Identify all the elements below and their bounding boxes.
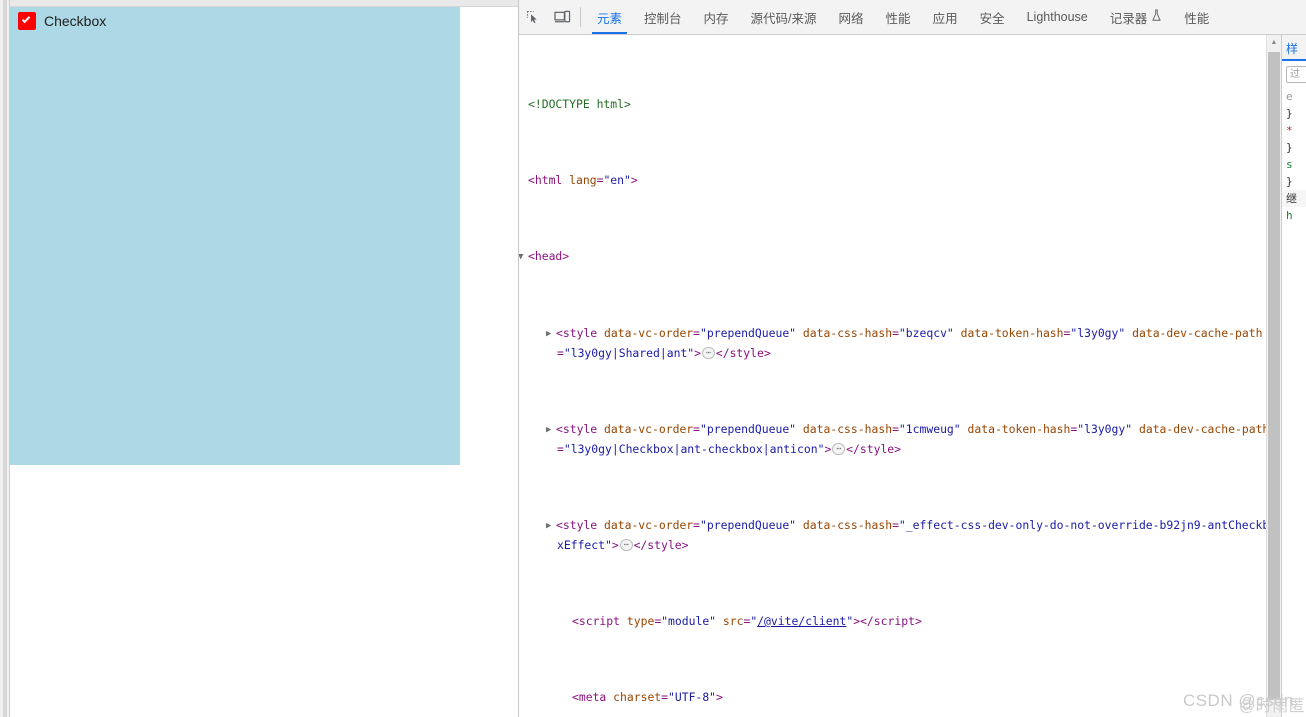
tab-sources[interactable]: 源代码/来源: [740, 0, 828, 34]
browser-page-viewport: Checkbox: [0, 0, 519, 717]
vite-client-link[interactable]: /@vite/client: [757, 614, 846, 628]
tab-recorder[interactable]: 记录器: [1099, 0, 1174, 34]
dom-tree-pane[interactable]: <!DOCTYPE html> <html lang="en"> <head> …: [519, 35, 1281, 717]
tab-network[interactable]: 网络: [828, 0, 875, 34]
chevron-right-icon: [546, 421, 556, 440]
styles-line-6: 继: [1282, 190, 1306, 207]
screenshot-root: Checkbox 元素 控制台 内存 源代码/来源 网络 性能 应用 安全 Li…: [0, 0, 1306, 717]
styles-tab-label[interactable]: 样: [1282, 35, 1306, 61]
devtools-toolbar: 元素 控制台 内存 源代码/来源 网络 性能 应用 安全 Lighthouse …: [519, 0, 1306, 35]
dom-node-meta-charset[interactable]: <meta charset="UTF-8">: [519, 688, 1281, 707]
tab-elements[interactable]: 元素: [586, 0, 633, 34]
tab-lighthouse[interactable]: Lighthouse: [1016, 0, 1099, 34]
styles-line-3: }: [1286, 141, 1293, 154]
devtools-panel: 元素 控制台 内存 源代码/来源 网络 性能 应用 安全 Lighthouse …: [519, 0, 1306, 717]
styles-panel: 样 过 e } * } s } 继 h: [1281, 35, 1306, 717]
check-icon[interactable]: [18, 12, 36, 30]
tab-security[interactable]: 安全: [969, 0, 1016, 34]
dom-node-style-effect[interactable]: <style data-vc-order="prependQueue" data…: [519, 516, 1281, 555]
tab-console[interactable]: 控制台: [633, 0, 693, 34]
styles-line-5: }: [1286, 175, 1293, 188]
dom-tree-scrollbar-thumb[interactable]: [1268, 52, 1280, 700]
tab-application[interactable]: 应用: [922, 0, 969, 34]
styles-line-2: *: [1286, 124, 1293, 137]
dom-tree-scrollbar[interactable]: ▲: [1266, 35, 1281, 717]
tab-memory[interactable]: 内存: [693, 0, 740, 34]
styles-line-0: e: [1286, 90, 1293, 103]
dom-node-style-checkbox[interactable]: <style data-vc-order="prependQueue" data…: [519, 420, 1281, 459]
expand-ellipsis-icon[interactable]: ⋯: [832, 443, 846, 455]
dom-node-style-shared-ant[interactable]: <style data-vc-order="prependQueue" data…: [519, 324, 1281, 363]
page-top-edge: [0, 0, 519, 7]
tab-performance[interactable]: 性能: [875, 0, 922, 34]
inspect-element-icon[interactable]: [519, 0, 548, 34]
expand-ellipsis-icon[interactable]: ⋯: [702, 347, 715, 359]
dom-node-html[interactable]: <html lang="en">: [519, 171, 1281, 190]
device-toolbar-icon[interactable]: [548, 0, 577, 34]
chevron-right-icon: [546, 325, 556, 344]
chevron-down-icon: [519, 248, 528, 267]
styles-filter-input[interactable]: 过: [1286, 66, 1306, 83]
expand-ellipsis-icon[interactable]: ⋯: [619, 539, 633, 551]
flask-icon: [1151, 9, 1162, 25]
devtools-body: <!DOCTYPE html> <html lang="en"> <head> …: [519, 35, 1306, 717]
styles-line-1: }: [1286, 107, 1293, 120]
page-left-scrollbar-thumb[interactable]: [3, 0, 7, 717]
dom-node-head[interactable]: <head>: [519, 247, 1281, 267]
dom-tree: <!DOCTYPE html> <html lang="en"> <head> …: [519, 35, 1281, 717]
scroll-up-icon[interactable]: ▲: [1267, 35, 1281, 50]
devtools-tab-list: 元素 控制台 内存 源代码/来源 网络 性能 应用 安全 Lighthouse …: [586, 0, 1306, 34]
styles-line-4: s: [1286, 158, 1293, 171]
checkbox-label: Checkbox: [44, 13, 107, 29]
dom-node-doctype[interactable]: <!DOCTYPE html>: [519, 95, 1281, 114]
tab-performance-insights[interactable]: 性能: [1173, 0, 1220, 34]
checkbox-control[interactable]: Checkbox: [18, 10, 106, 32]
styles-line-7: h: [1286, 209, 1293, 222]
page-left-scrollbar[interactable]: [0, 0, 10, 717]
toolbar-separator: [580, 7, 581, 27]
chevron-right-icon: [546, 517, 556, 536]
dom-node-script-vite-client[interactable]: <script type="module" src="/@vite/client…: [519, 612, 1281, 631]
lightblue-container: Checkbox: [10, 7, 460, 465]
